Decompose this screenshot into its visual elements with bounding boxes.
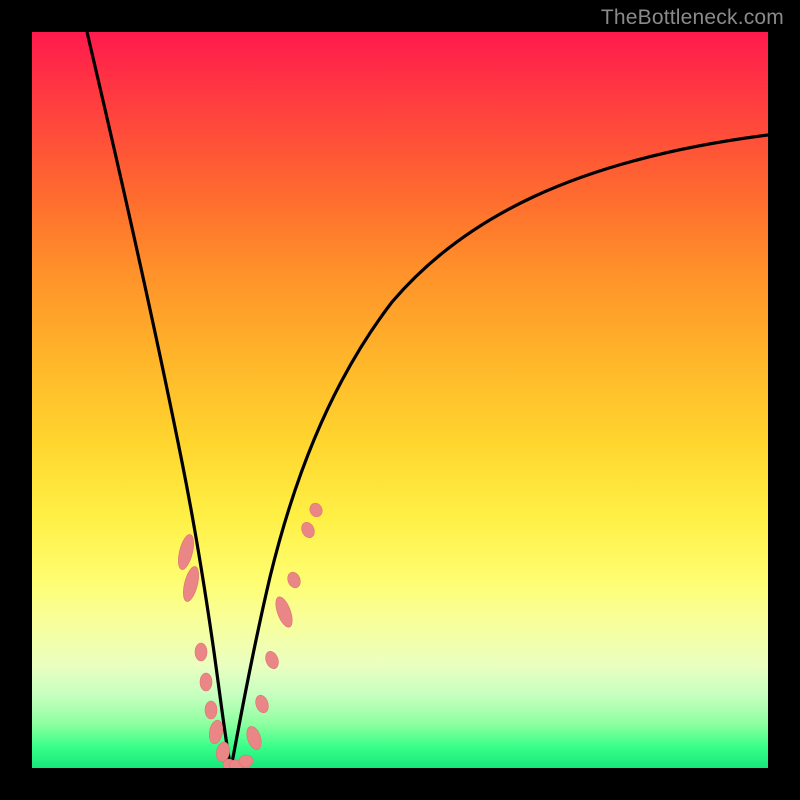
plot-area [32,32,768,768]
right-branch-markers [244,501,324,751]
curve-layer [32,32,768,768]
chart-frame: TheBottleneck.com [0,0,800,800]
watermark-text: TheBottleneck.com [601,6,784,30]
left-branch-curve [87,32,231,768]
right-branch-curve [231,135,768,768]
